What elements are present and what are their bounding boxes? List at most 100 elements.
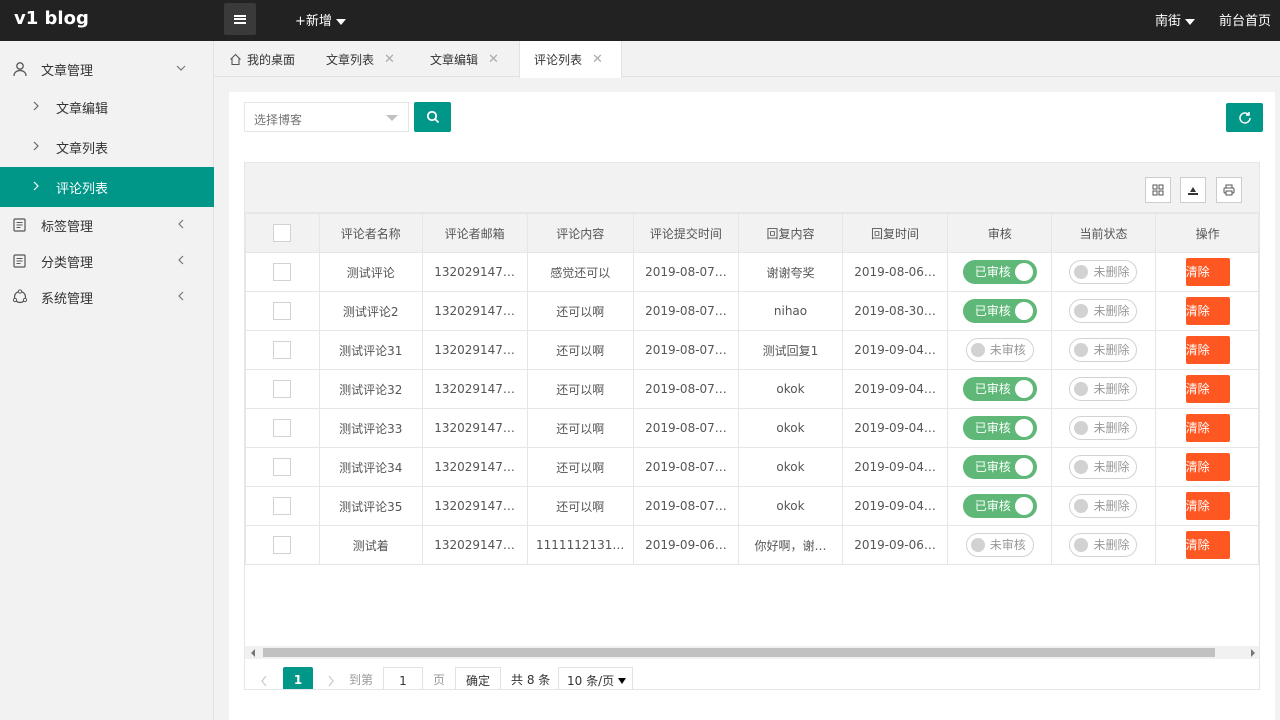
close-icon[interactable]: ✕: [488, 52, 499, 67]
review-toggle[interactable]: 已审核: [962, 299, 1037, 323]
sidebar-group-tags[interactable]: 标签管理: [0, 207, 214, 243]
prev-page-icon[interactable]: [260, 667, 268, 689]
clear-button[interactable]: 清除: [1185, 531, 1230, 559]
tab-article-edit[interactable]: 文章编辑 ✕: [430, 41, 499, 77]
top-header: v1 blog +新增 南街 前台首页: [0, 0, 1280, 41]
status-toggle[interactable]: 未删除: [1069, 533, 1138, 557]
row-checkbox[interactable]: [273, 536, 292, 554]
table-row[interactable]: 测试着 132029147… 1111112131… 2019-09-06… 你好啊，谢…: [245, 525, 1259, 565]
column-header[interactable]: 审核: [947, 213, 1053, 253]
status-toggle[interactable]: 未删除: [1069, 494, 1138, 518]
clear-button[interactable]: 清除: [1185, 297, 1230, 325]
cell-content: 感觉还可以: [526, 252, 634, 292]
sidebar-item-comment-list[interactable]: 评论列表: [0, 167, 214, 207]
row-checkbox[interactable]: [273, 458, 292, 476]
refresh-button[interactable]: [1226, 103, 1263, 132]
column-header[interactable]: 评论提交时间: [632, 213, 740, 253]
cell-submit-time: 2019-08-07…: [632, 447, 740, 487]
tab-article-list[interactable]: 文章列表 ✕: [326, 41, 395, 77]
horizontal-scrollbar[interactable]: [245, 646, 1259, 659]
row-checkbox[interactable]: [273, 497, 292, 515]
clear-button[interactable]: 清除: [1185, 336, 1230, 364]
column-header[interactable]: 评论者名称: [318, 213, 423, 253]
column-header[interactable]: 当前状态: [1051, 213, 1156, 253]
scroll-left-icon[interactable]: [251, 649, 255, 657]
status-toggle[interactable]: 未删除: [1069, 416, 1138, 440]
select-all-checkbox[interactable]: [273, 224, 292, 242]
sidebar-group-system[interactable]: 系统管理: [0, 279, 214, 315]
cell-review: 未审核: [947, 330, 1053, 370]
row-checkbox[interactable]: [273, 341, 292, 359]
scroll-right-icon[interactable]: [1251, 649, 1255, 657]
cell-action: 清除: [1154, 486, 1259, 526]
column-header[interactable]: 回复内容: [738, 213, 843, 253]
column-header[interactable]: 回复时间: [841, 213, 949, 253]
close-icon[interactable]: ✕: [592, 52, 603, 67]
review-toggle[interactable]: 已审核: [962, 455, 1037, 479]
table-row[interactable]: 测试评论34 132029147… 还可以啊 2019-08-07… okok 2019-…: [245, 447, 1259, 487]
sidebar-item-article-edit[interactable]: 文章编辑: [0, 87, 214, 127]
main-panel: 选择博客 评论者名称 评论者邮箱 评论内容 评论提交时间 回复内容 回复时间 审…: [229, 92, 1275, 720]
column-header[interactable]: 操作: [1154, 213, 1259, 253]
review-toggle[interactable]: 已审核: [962, 377, 1037, 401]
row-checkbox[interactable]: [273, 263, 292, 281]
table-row[interactable]: 测试评论2 132029147… 还可以啊 2019-08-07… nihao 2019-…: [245, 291, 1259, 331]
blog-select[interactable]: 选择博客: [244, 102, 409, 132]
cell-status: 未删除: [1051, 525, 1156, 565]
toggle-knob: [1074, 538, 1089, 552]
goto-confirm-button[interactable]: 确定: [455, 667, 501, 689]
scrollbar-thumb[interactable]: [263, 648, 1215, 657]
cell-review: 已审核: [947, 252, 1053, 292]
menu-toggle-button[interactable]: [224, 3, 256, 35]
clear-button[interactable]: 清除: [1185, 375, 1230, 403]
comment-table: 评论者名称 评论者邮箱 评论内容 评论提交时间 回复内容 回复时间 审核 当前状…: [245, 213, 1259, 565]
status-toggle[interactable]: 未删除: [1069, 455, 1138, 479]
column-header[interactable]: 评论内容: [526, 213, 634, 253]
status-toggle-label: 未删除: [1093, 382, 1130, 396]
table-row[interactable]: 测试评论 132029147… 感觉还可以 2019-08-07… 谢谢夸奖 2019-0…: [245, 252, 1259, 292]
sidebar-item-article-list[interactable]: 文章列表: [0, 127, 214, 167]
sidebar-group-label: 文章管理: [41, 63, 94, 79]
next-page-icon[interactable]: [327, 667, 335, 689]
row-checkbox[interactable]: [273, 302, 292, 320]
page-size-select[interactable]: 10 条/页: [558, 667, 633, 689]
user-name: 南街: [1155, 14, 1182, 29]
current-page[interactable]: 1: [283, 667, 313, 689]
add-new-dropdown[interactable]: +新增: [295, 10, 346, 29]
column-header[interactable]: 评论者邮箱: [421, 213, 528, 253]
sidebar-group-category[interactable]: 分类管理: [0, 243, 214, 279]
tab-home[interactable]: 我的桌面: [229, 41, 295, 77]
clear-button[interactable]: 清除: [1185, 453, 1230, 481]
row-checkbox[interactable]: [273, 419, 292, 437]
front-home-link[interactable]: 前台首页: [1219, 10, 1271, 29]
clear-button[interactable]: 清除: [1185, 258, 1230, 286]
export-button[interactable]: [1180, 177, 1206, 203]
tab-comment-list[interactable]: 评论列表 ✕: [519, 41, 622, 78]
app-logo[interactable]: v1 blog: [14, 8, 89, 29]
pagination: 1 到第 1 页 确定 共 8 条 10 条/页: [245, 660, 1259, 689]
review-toggle-label: 未审核: [989, 538, 1026, 552]
status-toggle[interactable]: 未删除: [1069, 377, 1138, 401]
review-toggle[interactable]: 已审核: [962, 494, 1037, 518]
close-icon[interactable]: ✕: [384, 52, 395, 67]
sidebar-group-article[interactable]: 文章管理: [0, 51, 214, 87]
columns-filter-button[interactable]: [1145, 177, 1171, 203]
table-row[interactable]: 测试评论32 132029147… 还可以啊 2019-08-07… okok 2019-…: [245, 369, 1259, 409]
review-toggle[interactable]: 已审核: [962, 260, 1037, 284]
table-row[interactable]: 测试评论35 132029147… 还可以啊 2019-08-07… okok 2019-…: [245, 486, 1259, 526]
table-row[interactable]: 测试评论31 132029147… 还可以啊 2019-08-07… 测试回复1 2019…: [245, 330, 1259, 370]
review-toggle[interactable]: 未审核: [965, 533, 1034, 557]
row-checkbox[interactable]: [273, 380, 292, 398]
status-toggle[interactable]: 未删除: [1069, 260, 1138, 284]
user-menu[interactable]: 南街: [1155, 10, 1196, 29]
status-toggle[interactable]: 未删除: [1069, 338, 1138, 362]
status-toggle[interactable]: 未删除: [1069, 299, 1138, 323]
table-row[interactable]: 测试评论33 132029147… 还可以啊 2019-08-07… okok 2019-…: [245, 408, 1259, 448]
clear-button[interactable]: 清除: [1185, 414, 1230, 442]
print-button[interactable]: [1216, 177, 1242, 203]
search-button[interactable]: [414, 102, 451, 132]
goto-page-input[interactable]: 1: [383, 667, 423, 689]
clear-button[interactable]: 清除: [1185, 492, 1230, 520]
review-toggle[interactable]: 未审核: [965, 338, 1034, 362]
review-toggle[interactable]: 已审核: [962, 416, 1037, 440]
